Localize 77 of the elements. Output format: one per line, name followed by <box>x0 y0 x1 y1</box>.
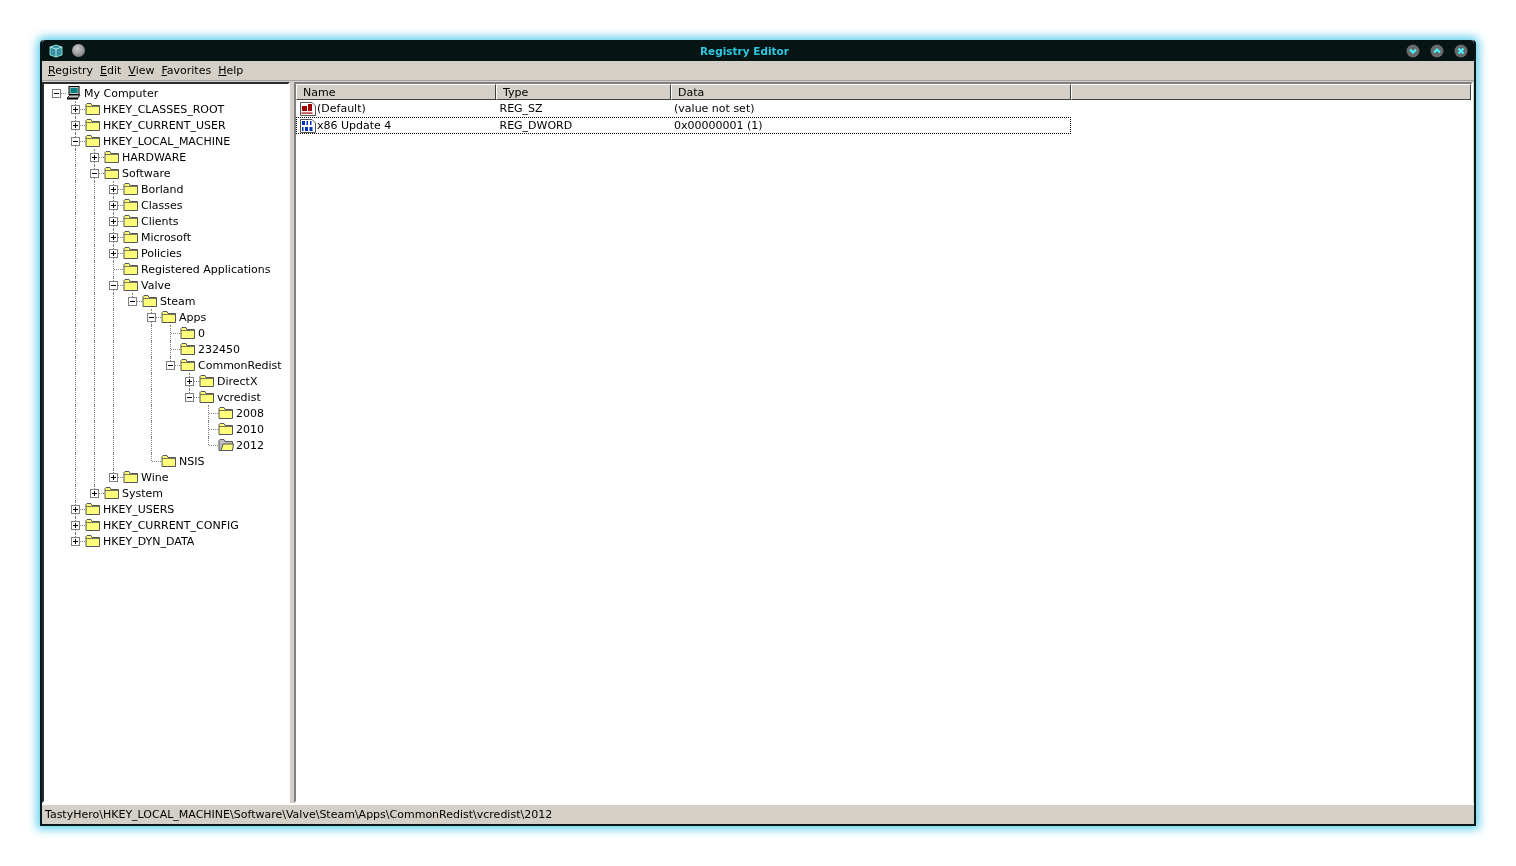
tree-node-label[interactable]: NSIS <box>178 454 206 468</box>
tree-node-label[interactable]: HKEY_LOCAL_MACHINE <box>102 134 232 148</box>
tree-node-label[interactable]: Wine <box>140 470 170 484</box>
menu-item[interactable]: Favorites <box>160 64 218 77</box>
collapse-toggle[interactable] <box>128 297 137 306</box>
window-title: Registry Editor <box>699 44 790 57</box>
value-type: REG_SZ <box>499 102 543 115</box>
expand-toggle[interactable] <box>109 473 118 482</box>
value-data: 0x00000001 (1) <box>674 119 763 132</box>
expand-toggle[interactable] <box>109 249 118 258</box>
value-data: (value not set) <box>674 102 755 115</box>
expand-toggle[interactable] <box>71 121 80 130</box>
close-button[interactable] <box>1454 43 1468 58</box>
menu-item[interactable]: Registry <box>47 64 100 77</box>
tree-node-label[interactable]: My Computer <box>83 86 160 100</box>
tree-node-label[interactable]: Classes <box>140 198 184 212</box>
binary-value-icon <box>300 118 316 133</box>
expand-toggle[interactable] <box>71 105 80 114</box>
value-type: REG_DWORD <box>499 119 573 132</box>
expand-toggle[interactable] <box>90 153 99 162</box>
tree-node-label[interactable]: System <box>121 486 165 500</box>
column-header[interactable]: Type <box>496 84 671 100</box>
tree-node-label[interactable]: HARDWARE <box>121 150 188 164</box>
cube-icon <box>48 43 64 58</box>
tree-node-label[interactable]: 2012 <box>235 438 265 452</box>
expand-toggle[interactable] <box>185 377 194 386</box>
collapse-toggle[interactable] <box>90 169 99 178</box>
tree-node-label[interactable]: HKEY_CURRENT_CONFIG <box>102 518 240 532</box>
window-menu-button[interactable] <box>72 44 85 57</box>
tree-node-label[interactable]: Software <box>121 166 172 180</box>
tree-node-label[interactable]: Clients <box>140 214 180 228</box>
menu-item[interactable]: Edit <box>99 64 128 77</box>
tree-node-label[interactable]: Valve <box>140 278 172 292</box>
tree-node-label[interactable]: DirectX <box>216 374 259 388</box>
computer-icon <box>66 86 82 100</box>
tree-node-label[interactable]: HKEY_CURRENT_USER <box>102 118 227 132</box>
tree-node-label[interactable]: Microsoft <box>140 230 193 244</box>
tree-node-label[interactable]: Steam <box>159 294 197 308</box>
menu-item[interactable]: Help <box>217 64 250 77</box>
collapse-toggle[interactable] <box>109 281 118 290</box>
tree-node-label[interactable]: Borland <box>140 182 185 196</box>
collapse-toggle[interactable] <box>71 137 80 146</box>
maximize-button[interactable] <box>1430 43 1444 58</box>
expand-toggle[interactable] <box>109 185 118 194</box>
collapse-toggle[interactable] <box>185 393 194 402</box>
tree-node-label[interactable]: CommonRedist <box>197 358 283 372</box>
collapse-toggle[interactable] <box>147 313 156 322</box>
menu-item[interactable]: View <box>127 64 161 77</box>
tree-node-label[interactable]: HKEY_USERS <box>102 502 176 516</box>
collapse-toggle[interactable] <box>166 361 175 370</box>
column-header[interactable]: Data <box>671 84 1071 100</box>
tree-node-label[interactable]: Policies <box>140 246 183 260</box>
expand-toggle[interactable] <box>90 489 99 498</box>
value-row[interactable]: x86 Update 4 REG_DWORD 0x00000001 (1) <box>296 117 1071 134</box>
tree-node-label[interactable]: 2010 <box>235 422 265 436</box>
expand-toggle[interactable] <box>109 233 118 242</box>
tree-node-label[interactable]: Apps <box>178 310 208 324</box>
string-value-icon <box>300 101 316 116</box>
column-header[interactable]: Name <box>296 84 496 100</box>
expand-toggle[interactable] <box>71 537 80 546</box>
expand-toggle[interactable] <box>71 521 80 530</box>
tree-node-label[interactable]: 232450 <box>197 342 241 356</box>
tree-node-label[interactable]: HKEY_DYN_DATA <box>102 534 196 548</box>
expand-toggle[interactable] <box>71 505 80 514</box>
tree-node-label[interactable]: 0 <box>197 326 206 340</box>
status-path: TastyHero\HKEY_LOCAL_MACHINE\Software\Valve\Steam\Apps\CommonRedist\vcredist\2012 <box>45 808 553 821</box>
minimize-button[interactable] <box>1406 43 1420 58</box>
value-name: x86 Update 4 <box>317 119 392 132</box>
tree-node-label[interactable]: vcredist <box>216 390 262 404</box>
expand-toggle[interactable] <box>109 217 118 226</box>
tree-node-label[interactable]: Registered Applications <box>140 262 272 276</box>
tree-node-label[interactable]: 2008 <box>235 406 265 420</box>
tree-node-label[interactable]: HKEY_CLASSES_ROOT <box>102 102 226 116</box>
expand-toggle[interactable] <box>109 201 118 210</box>
value-row[interactable]: (Default) REG_SZ (value not set) <box>296 100 1071 117</box>
value-name: (Default) <box>317 102 366 115</box>
collapse-toggle[interactable] <box>52 89 61 98</box>
